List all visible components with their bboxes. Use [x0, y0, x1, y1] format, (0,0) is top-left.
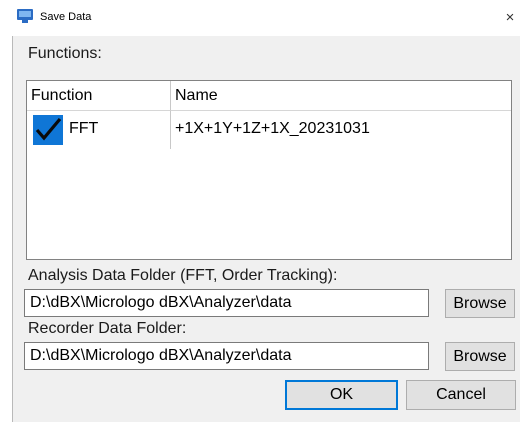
table-row-name[interactable]: +1X+1Y+1Z+1X_20231031 — [171, 111, 511, 149]
recorder-folder-field[interactable] — [24, 342, 429, 370]
analysis-folder-field[interactable] — [24, 289, 429, 317]
name-cell: +1X+1Y+1Z+1X_20231031 — [175, 120, 370, 137]
window-title: Save Data — [40, 11, 92, 23]
recorder-browse-button[interactable]: Browse — [445, 342, 515, 371]
checkmark-icon — [35, 117, 62, 141]
functions-label: Functions: — [28, 45, 102, 62]
function-cell: FFT — [69, 120, 99, 137]
ok-button[interactable]: OK — [285, 380, 398, 410]
title-bar: Save Data × — [0, 0, 520, 36]
analysis-browse-button[interactable]: Browse — [445, 289, 515, 318]
cancel-button[interactable]: Cancel — [406, 380, 516, 410]
functions-list[interactable]: Function Name FFT +1X+1Y+1Z+1X_20231031 — [26, 80, 512, 260]
column-header-function[interactable]: Function — [27, 81, 171, 111]
analysis-folder-label: Analysis Data Folder (FFT, Order Trackin… — [28, 267, 338, 284]
column-header-name[interactable]: Name — [171, 81, 511, 111]
table-row[interactable]: FFT — [27, 111, 171, 149]
close-icon[interactable]: × — [500, 8, 520, 28]
window-app-icon — [17, 9, 33, 23]
function-checkbox[interactable] — [33, 115, 63, 145]
save-data-dialog: Save Data × Functions: Function Name FFT… — [0, 0, 520, 422]
recorder-folder-label: Recorder Data Folder: — [28, 320, 187, 337]
